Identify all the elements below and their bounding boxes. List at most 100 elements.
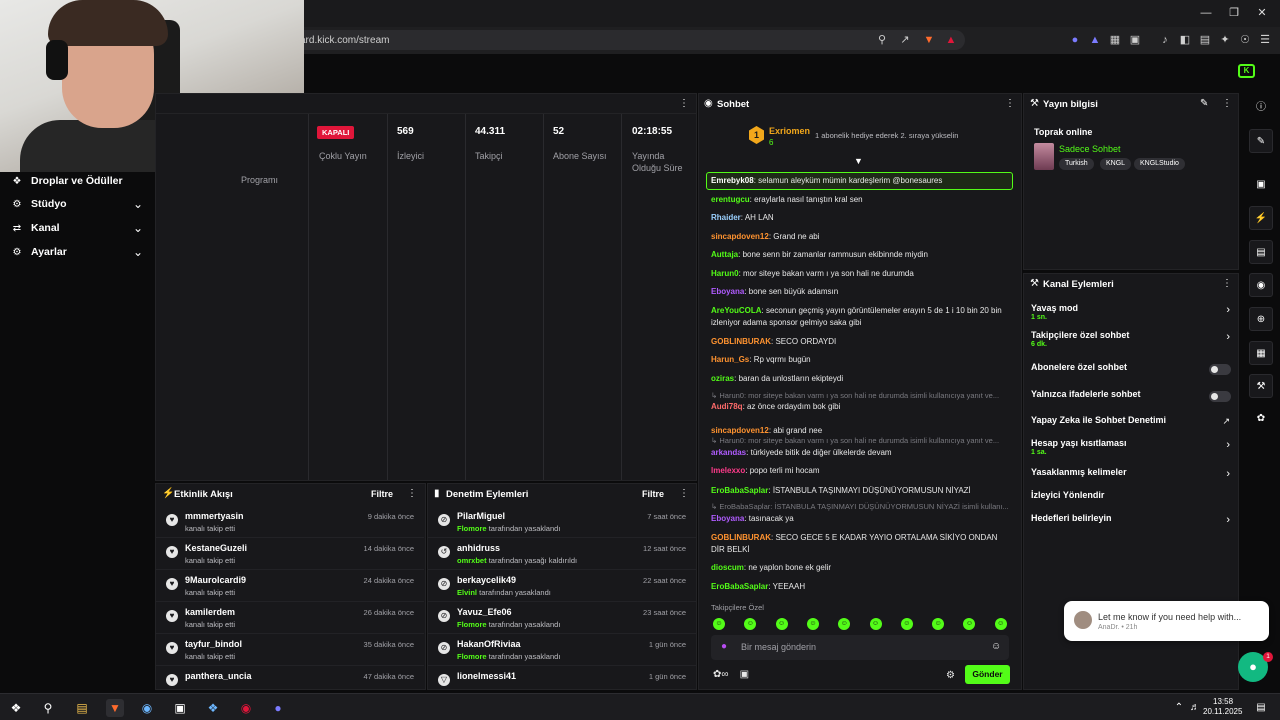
chat-username[interactable]: erentugcu — [711, 195, 750, 204]
emote-icon[interactable]: ☺ — [838, 618, 851, 630]
brave-icon[interactable]: ▼ — [106, 699, 124, 717]
notification-center-icon[interactable]: ▤ — [1252, 699, 1270, 717]
kick-logo-icon[interactable]: K — [1238, 64, 1255, 78]
clock-time[interactable]: 13:58 — [1213, 697, 1233, 706]
chevron-right-icon[interactable]: › — [1226, 304, 1230, 316]
chat-username[interactable]: Auttaja — [711, 250, 738, 259]
sidebar-item-settings[interactable]: ⚙ Ayarlar ⌄ — [0, 242, 155, 264]
activity-username[interactable]: kamilerdem — [185, 607, 235, 617]
chevron-right-icon[interactable]: › — [1226, 514, 1230, 526]
support-toast[interactable]: Let me know if you need help with... Ana… — [1064, 601, 1269, 641]
search-icon[interactable]: ⚲ — [39, 699, 57, 717]
edit-icon[interactable]: ✎ — [1200, 98, 1208, 109]
kebab-menu-icon[interactable]: ⋮ — [679, 488, 689, 499]
emote-icon[interactable]: ☺ — [806, 618, 819, 630]
plugins-icon[interactable]: ✿ — [1249, 407, 1273, 431]
sidebar-item-channel[interactable]: ⇄ Kanal ⌄ — [0, 218, 155, 240]
sidebar-item-studio[interactable]: ⚙ Stüdyo ⌄ — [0, 194, 155, 216]
external-link-icon[interactable]: ↗ — [1222, 416, 1230, 427]
gear-icon[interactable]: ⚙ — [946, 670, 955, 681]
wallet-icon[interactable]: ▤ — [1198, 33, 1212, 47]
chat-input[interactable]: ● Bir mesaj gönderin ☺ — [711, 635, 1009, 660]
emote-icon[interactable]: ☺ — [963, 618, 976, 630]
emoji-icon[interactable]: ☺ — [991, 641, 1001, 652]
emote-icon[interactable]: ☺ — [713, 618, 725, 630]
kebab-menu-icon[interactable]: ⋮ — [407, 488, 417, 499]
kebab-menu-icon[interactable]: ⋮ — [679, 98, 689, 109]
obs-icon[interactable]: ◉ — [237, 699, 255, 717]
kebab-menu-icon[interactable]: ⋮ — [1005, 98, 1015, 109]
chevron-right-icon[interactable]: › — [1226, 439, 1230, 451]
steam-icon[interactable]: ◉ — [138, 699, 156, 717]
emote-icon[interactable]: ☺ — [994, 618, 1007, 630]
channel-action-row[interactable]: Hedefleri belirleyin › — [1024, 509, 1238, 535]
bolt-icon[interactable]: ⚡ — [1249, 206, 1273, 230]
channel-action-row[interactable]: Yalnızca ifadelerle sohbet — [1024, 385, 1238, 411]
leo-icon[interactable]: ✦ — [1218, 33, 1232, 47]
chat-username[interactable]: EroBabaSaplar — [711, 486, 768, 495]
music-icon[interactable]: ♪ — [1158, 33, 1172, 47]
moderator-name[interactable]: Flomore — [457, 652, 487, 661]
channel-action-row[interactable]: Abonelere özel sohbet — [1024, 358, 1238, 384]
screenshot-icon[interactable]: ▣ — [1128, 33, 1142, 47]
chat-username[interactable]: oziras — [711, 374, 734, 383]
toggle-switch[interactable] — [1209, 364, 1231, 375]
document-icon[interactable]: ▤ — [1249, 240, 1273, 264]
crop-icon[interactable]: ▣ — [1249, 173, 1273, 197]
activity-username[interactable]: tayfur_bindol — [185, 639, 242, 649]
collapse-icon[interactable]: ▼ — [854, 156, 863, 166]
moderation-row[interactable]: ⊘ Yavuz_Efe06 Flomore tarafından yasakland… — [428, 602, 696, 634]
app-icon[interactable]: ▣ — [171, 699, 189, 717]
category-name[interactable]: Sadece Sohbet — [1059, 144, 1121, 154]
chat-username[interactable]: Eboyana — [711, 287, 744, 296]
tag[interactable]: Turkish — [1059, 158, 1094, 170]
moderator-name[interactable]: Elvinl — [457, 588, 477, 597]
activity-row[interactable]: ♥ KestaneGuzeli kanalı takip etti 14 dakika… — [156, 538, 424, 570]
chat-username[interactable]: Harun0 — [711, 269, 739, 278]
emote-icon[interactable]: ☺ — [775, 618, 788, 630]
chat-username[interactable]: GOBLINBURAK — [711, 337, 771, 346]
tag[interactable]: KNGL — [1100, 158, 1132, 170]
emote-icon[interactable]: ☺ — [744, 618, 757, 630]
points-icon[interactable]: ✿∞ ▣ — [713, 669, 749, 680]
chat-username[interactable]: dioscum — [711, 563, 744, 572]
chat-username[interactable]: sincapdoven12 — [711, 426, 769, 435]
chat-username[interactable]: sincapdoven12 — [711, 232, 769, 241]
clock-date[interactable]: 20.11.2025 — [1203, 707, 1242, 716]
chat-username[interactable]: Eboyana — [711, 514, 744, 523]
moderated-username[interactable]: berkaycelik49 — [457, 575, 516, 585]
chat-username[interactable]: arkandas — [711, 448, 746, 457]
volume-icon[interactable]: ♬ — [1186, 699, 1204, 717]
windows-start-icon[interactable]: ❖ — [7, 699, 25, 717]
activity-row[interactable]: ♥ tayfur_bindol kanalı takip etti 35 dakika… — [156, 634, 424, 666]
chat-username[interactable]: lmelexxo — [711, 466, 745, 475]
menu-icon[interactable]: ☰ — [1258, 33, 1272, 47]
discord-icon[interactable]: ● — [269, 699, 287, 717]
channel-action-row[interactable]: Takipçilere özel sohbet 6 dk. › — [1024, 326, 1238, 352]
channel-action-row[interactable]: Hesap yaşı kısıtlaması 1 sa. › — [1024, 434, 1238, 460]
channel-action-row[interactable]: Yavaş mod 1 sn. › — [1024, 299, 1238, 325]
emote-icon[interactable]: ☺ — [900, 618, 913, 630]
moderated-username[interactable]: HakanOfRiviaa — [457, 639, 521, 649]
media-icon[interactable]: ▦ — [1249, 341, 1273, 365]
chat-username[interactable]: AreYouCOLA — [711, 306, 762, 315]
moderation-row[interactable]: ⊘ berkaycelik49 Elvinl tarafından yasaklan… — [428, 570, 696, 602]
moderated-username[interactable]: PilarMiguel — [457, 511, 505, 521]
chat-bubble-icon[interactable]: ◉ — [1249, 273, 1273, 297]
moderator-name[interactable]: Flomore — [457, 524, 487, 533]
moderated-username[interactable]: lionelmessi41 — [457, 671, 516, 681]
emote-icon[interactable]: ☺ — [869, 618, 882, 630]
network-app-icon[interactable]: ❖ — [204, 699, 222, 717]
puzzle-icon[interactable]: ▦ — [1108, 33, 1122, 47]
vpn-shield-icon[interactable]: ☉ — [1238, 33, 1252, 47]
minimize-icon[interactable]: — — [1199, 6, 1213, 20]
broadcast-icon[interactable]: ⊕ — [1249, 307, 1273, 331]
filter-button[interactable]: Filtre — [371, 489, 393, 499]
mic-icon[interactable]: ● — [721, 641, 727, 652]
emote-icon[interactable]: ☺ — [932, 618, 945, 630]
send-button[interactable]: Gönder — [965, 665, 1010, 684]
edit-icon[interactable]: ✎ — [1249, 129, 1273, 153]
restore-icon[interactable]: ❐ — [1227, 6, 1241, 20]
chat-username[interactable]: Harun_Gs — [711, 355, 749, 364]
activity-row[interactable]: ♥ mmmertyasin kanalı takip etti 9 dakika ön… — [156, 506, 424, 538]
